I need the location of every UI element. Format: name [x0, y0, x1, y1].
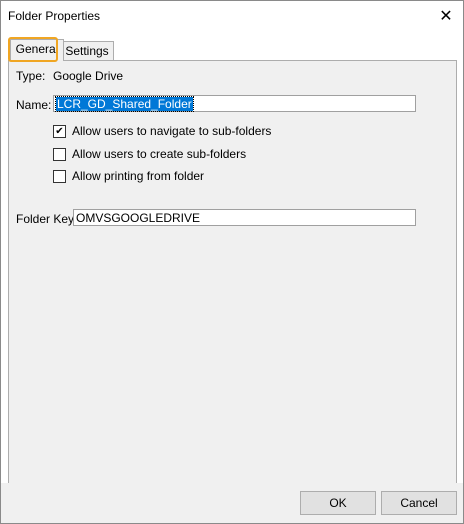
navigate-subfolders-checkbox[interactable]: ✔	[53, 124, 66, 138]
allow-printing-checkbox[interactable]	[53, 169, 66, 183]
allow-printing-label: Allow printing from folder	[72, 169, 205, 183]
name-label: Name:	[16, 98, 52, 112]
folder-key-label: Folder Key:	[16, 212, 78, 226]
close-icon[interactable]: ✕	[429, 1, 463, 31]
folder-key-input[interactable]: OMVSGOOGLEDRIVE	[73, 209, 416, 226]
cancel-button[interactable]: Cancel	[381, 491, 457, 515]
check-icon: ✔	[55, 125, 64, 137]
tab-settings[interactable]: Settings	[60, 41, 114, 60]
create-subfolders-checkbox[interactable]	[53, 147, 66, 161]
folder-properties-dialog: Folder Properties ✕ General Settings Typ…	[0, 0, 464, 524]
dialog-title: Folder Properties	[8, 9, 101, 23]
tab-general[interactable]: General	[10, 39, 64, 61]
title-bar: Folder Properties ✕	[1, 1, 463, 31]
navigate-subfolders-label: Allow users to navigate to sub-folders	[72, 124, 272, 138]
ok-button[interactable]: OK	[300, 491, 376, 515]
create-subfolders-label: Allow users to create sub-folders	[72, 147, 247, 161]
name-input-value: LCR_GD_Shared_Folder	[55, 96, 194, 112]
create-subfolders-option[interactable]: Allow users to create sub-folders	[53, 147, 246, 161]
name-input[interactable]: LCR_GD_Shared_Folder	[53, 95, 416, 112]
general-panel: Type: Google Drive Name: LCR_GD_Shared_F…	[8, 60, 457, 484]
type-value: Google Drive	[53, 69, 124, 83]
folder-key-value: OMVSGOOGLEDRIVE	[76, 211, 201, 225]
allow-printing-option[interactable]: Allow printing from folder	[53, 169, 204, 183]
button-bar: OK Cancel	[1, 483, 463, 523]
tab-strip: General Settings	[8, 37, 456, 62]
navigate-subfolders-option[interactable]: ✔ Allow users to navigate to sub-folders	[53, 124, 271, 138]
type-label: Type:	[16, 69, 46, 83]
